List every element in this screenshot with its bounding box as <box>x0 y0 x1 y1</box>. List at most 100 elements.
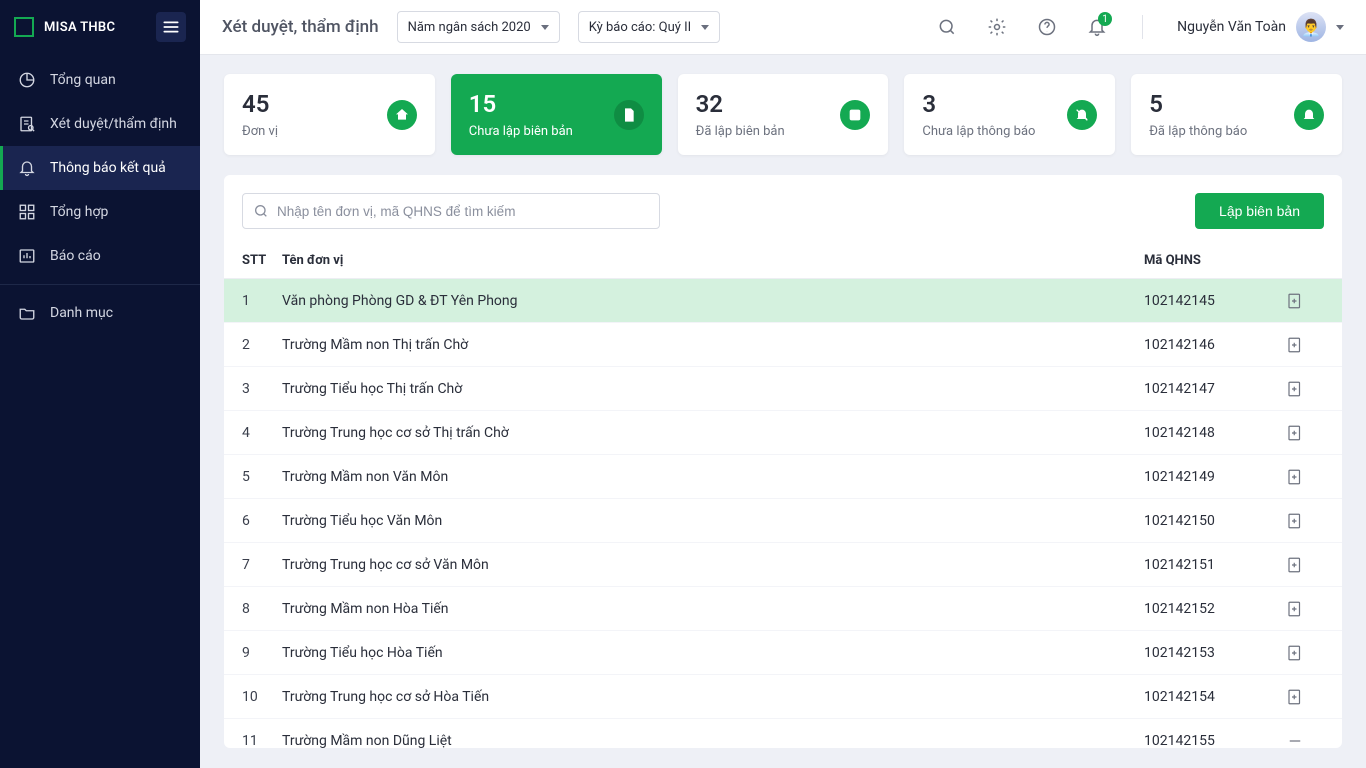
cell-action <box>1284 466 1324 488</box>
add-file-icon[interactable] <box>1284 510 1306 532</box>
sidebar-item-label: Thông báo kết quả <box>50 160 166 176</box>
table-row[interactable]: 11Trường Mầm non Dũng Liệt102142155 <box>224 719 1342 748</box>
logo[interactable]: MISA THBC <box>14 17 115 37</box>
report-period-label: Kỳ báo cáo: Quý II <box>589 20 692 35</box>
notifications-button[interactable]: 1 <box>1086 16 1108 38</box>
caret-down-icon <box>1336 25 1344 30</box>
bell-off-icon <box>1067 100 1097 130</box>
table-body[interactable]: 1Văn phòng Phòng GD & ĐT Yên Phong102142… <box>224 279 1342 748</box>
cell-code: 102142150 <box>1144 513 1284 529</box>
stat-label: Đã lập biên bản <box>696 124 785 139</box>
table-row[interactable]: 9Trường Tiểu học Hòa Tiến102142153 <box>224 631 1342 675</box>
sidebar-header: MISA THBC <box>0 0 200 54</box>
search-input-wrap[interactable] <box>242 193 660 229</box>
add-file-icon[interactable] <box>1284 598 1306 620</box>
search-icon <box>253 203 269 219</box>
cell-code: 102142153 <box>1144 645 1284 661</box>
table-row[interactable]: 8Trường Mầm non Hòa Tiến102142152 <box>224 587 1342 631</box>
add-file-icon[interactable] <box>1284 378 1306 400</box>
stat-card-not-created[interactable]: 15 Chưa lập biên bản <box>451 74 662 155</box>
help-icon <box>1037 17 1057 37</box>
main: Xét duyệt, thẩm định Năm ngân sách 2020 … <box>200 0 1366 768</box>
table-row[interactable]: 7Trường Trung học cơ sở Văn Môn102142151 <box>224 543 1342 587</box>
stat-label: Đơn vị <box>242 124 278 139</box>
dash-icon[interactable] <box>1284 730 1306 749</box>
table-row[interactable]: 6Trường Tiểu học Văn Môn102142150 <box>224 499 1342 543</box>
create-record-button[interactable]: Lập biên bản <box>1195 193 1324 229</box>
table-row[interactable]: 1Văn phòng Phòng GD & ĐT Yên Phong102142… <box>224 279 1342 323</box>
cell-code: 102142155 <box>1144 733 1284 749</box>
stat-card-created[interactable]: 32 Đã lập biên bản <box>678 74 889 155</box>
cell-action <box>1284 730 1324 749</box>
table-row[interactable]: 2Trường Mầm non Thị trấn Chờ102142146 <box>224 323 1342 367</box>
sidebar-item-category[interactable]: Danh mục <box>0 291 200 335</box>
add-file-icon[interactable] <box>1284 466 1306 488</box>
budget-year-select[interactable]: Năm ngân sách 2020 <box>397 11 560 43</box>
cell-name: Trường Tiểu học Thị trấn Chờ <box>282 381 1144 397</box>
cell-code: 102142146 <box>1144 337 1284 353</box>
search-input[interactable] <box>277 204 649 219</box>
cell-action <box>1284 510 1324 532</box>
cell-name: Trường Mầm non Văn Môn <box>282 469 1144 485</box>
sidebar-item-review[interactable]: Xét duyệt/thẩm định <box>0 102 200 146</box>
cell-action <box>1284 378 1324 400</box>
search-button[interactable] <box>936 16 958 38</box>
sidebar-item-label: Báo cáo <box>50 248 101 264</box>
table-row[interactable]: 3Trường Tiểu học Thị trấn Chờ102142147 <box>224 367 1342 411</box>
avatar: 👨‍💼 <box>1296 12 1326 42</box>
budget-year-label: Năm ngân sách 2020 <box>408 20 531 35</box>
sidebar-item-label: Tổng quan <box>50 72 116 88</box>
stat-cards: 45 Đơn vị 15 Chưa lập biên bản 32 Đã lập… <box>224 74 1342 155</box>
help-button[interactable] <box>1036 16 1058 38</box>
add-file-icon[interactable] <box>1284 554 1306 576</box>
cell-stt: 9 <box>242 645 282 661</box>
cell-name: Trường Trung học cơ sở Hòa Tiến <box>282 689 1144 705</box>
report-period-select[interactable]: Kỳ báo cáo: Quý II <box>578 11 721 43</box>
add-file-icon[interactable] <box>1284 290 1306 312</box>
cell-name: Văn phòng Phòng GD & ĐT Yên Phong <box>282 293 1144 309</box>
cell-action <box>1284 598 1324 620</box>
cell-action <box>1284 554 1324 576</box>
cell-action <box>1284 642 1324 664</box>
page-title: Xét duyệt, thẩm định <box>222 17 379 37</box>
table-row[interactable]: 5Trường Mầm non Văn Môn102142149 <box>224 455 1342 499</box>
sidebar-item-label: Danh mục <box>50 305 113 321</box>
cell-name: Trường Mầm non Thị trấn Chờ <box>282 337 1144 353</box>
add-file-icon[interactable] <box>1284 422 1306 444</box>
stat-label: Đã lập thông báo <box>1149 124 1247 139</box>
sidebar-item-aggregate[interactable]: Tổng hợp <box>0 190 200 234</box>
add-file-icon[interactable] <box>1284 334 1306 356</box>
stat-number: 5 <box>1149 90 1247 118</box>
sidebar-item-report[interactable]: Báo cáo <box>0 234 200 278</box>
settings-button[interactable] <box>986 16 1008 38</box>
user-menu[interactable]: Nguyễn Văn Toàn 👨‍💼 <box>1177 12 1344 42</box>
stat-card-notify-pending[interactable]: 3 Chưa lập thông báo <box>904 74 1115 155</box>
cell-action <box>1284 290 1324 312</box>
home-icon <box>387 100 417 130</box>
cell-code: 102142151 <box>1144 557 1284 573</box>
cell-name: Trường Mầm non Dũng Liệt <box>282 733 1144 749</box>
stat-card-units[interactable]: 45 Đơn vị <box>224 74 435 155</box>
sidebar-item-overview[interactable]: Tổng quan <box>0 58 200 102</box>
stat-number: 32 <box>696 90 785 118</box>
add-file-icon[interactable] <box>1284 686 1306 708</box>
cell-code: 102142154 <box>1144 689 1284 705</box>
bell-icon <box>18 159 36 177</box>
table-row[interactable]: 10Trường Trung học cơ sở Hòa Tiến1021421… <box>224 675 1342 719</box>
cell-code: 102142145 <box>1144 293 1284 309</box>
content: 45 Đơn vị 15 Chưa lập biên bản 32 Đã lập… <box>200 54 1366 768</box>
add-file-icon[interactable] <box>1284 642 1306 664</box>
col-code: Mã QHNS <box>1144 253 1284 268</box>
file-icon <box>614 100 644 130</box>
cell-stt: 11 <box>242 733 282 749</box>
notification-badge: 1 <box>1098 12 1112 26</box>
menu-toggle-button[interactable] <box>156 12 186 42</box>
table-row[interactable]: 4Trường Trung học cơ sở Thị trấn Chờ1021… <box>224 411 1342 455</box>
stat-card-notify-done[interactable]: 5 Đã lập thông báo <box>1131 74 1342 155</box>
cell-name: Trường Tiểu học Hòa Tiến <box>282 645 1144 661</box>
sidebar-item-notify-result[interactable]: Thông báo kết quả <box>0 146 200 190</box>
cell-stt: 8 <box>242 601 282 617</box>
cell-action <box>1284 422 1324 444</box>
logo-text: MISA THBC <box>44 20 115 35</box>
pie-icon <box>18 71 36 89</box>
